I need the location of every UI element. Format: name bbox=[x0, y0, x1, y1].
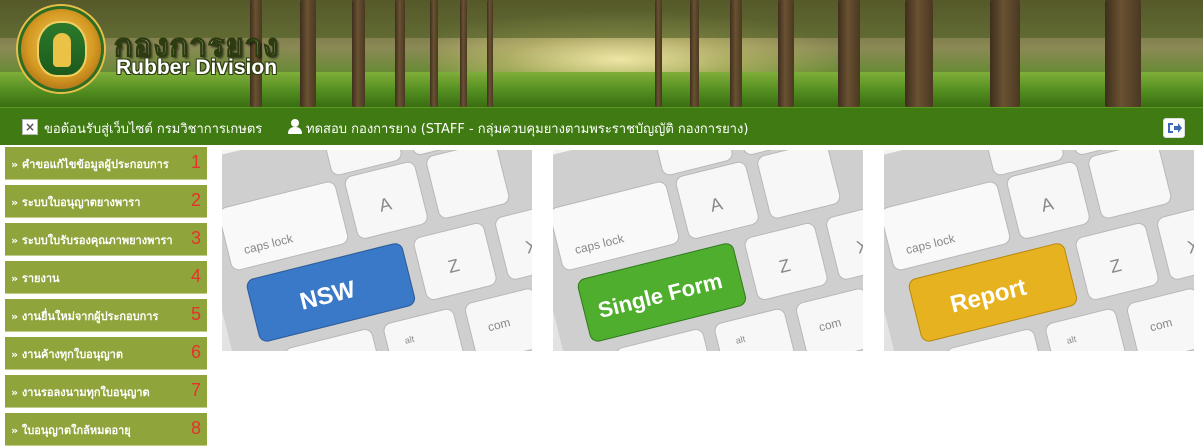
sidebar-item-label: » คำขอแก้ไขข้อมูลผู้ประกอบการ bbox=[11, 158, 169, 171]
sidebar-item-new-submissions[interactable]: » งานยื่นใหม่จากผู้ประกอบการ 5 bbox=[5, 299, 207, 332]
tree-trunk bbox=[300, 0, 316, 107]
keyboard-image: caps lock A Z X S alt option control com… bbox=[553, 150, 863, 351]
sidebar-item-label: » งานยื่นใหม่จากผู้ประกอบการ bbox=[11, 310, 159, 323]
welcome-text: ขอต้อนรับสู่เว็บไซต์ กรมวิชาการเกษตร bbox=[44, 122, 263, 137]
tile-report[interactable]: caps lock A Z X S alt option control com… bbox=[884, 150, 1194, 351]
tree-trunk bbox=[690, 0, 699, 107]
keyboard-image: caps lock A Z X S alt option control com… bbox=[222, 150, 532, 351]
sidebar-item-label: » รายงาน bbox=[11, 272, 60, 285]
tree-trunk bbox=[460, 0, 467, 107]
sidebar-item-number: 6 bbox=[191, 342, 202, 362]
sidebar-item-expiring-licenses[interactable]: » ใบอนุญาตใกล้หมดอายุ 8 bbox=[5, 413, 207, 446]
department-logo bbox=[18, 6, 104, 92]
user-icon bbox=[287, 119, 302, 135]
sidebar-item-edit-requests[interactable]: » คำขอแก้ไขข้อมูลผู้ประกอบการ 1 bbox=[5, 147, 207, 180]
tile-single-form[interactable]: caps lock A Z X S alt option control com… bbox=[553, 150, 863, 351]
tile-nsw[interactable]: caps lock A Z X S alt option control com… bbox=[222, 150, 532, 351]
sidebar-item-label: » ใบอนุญาตใกล้หมดอายุ bbox=[11, 424, 131, 437]
site-title-english: Rubber Division bbox=[116, 56, 278, 79]
sidebar-item-label: » งานรอลงนามทุกใบอนุญาต bbox=[11, 386, 150, 399]
tree-trunk bbox=[730, 0, 742, 107]
sidebar-item-label: » ระบบใบรับรองคุณภาพยางพารา bbox=[11, 234, 173, 247]
sidebar-item-quality-certificate[interactable]: » ระบบใบรับรองคุณภาพยางพารา 3 bbox=[5, 223, 207, 256]
tree-trunk bbox=[655, 0, 662, 107]
sidebar-item-number: 8 bbox=[191, 418, 202, 438]
sidebar-item-reports[interactable]: » รายงาน 4 bbox=[5, 261, 207, 294]
sidebar-menu: » คำขอแก้ไขข้อมูลผู้ประกอบการ 1 » ระบบใบ… bbox=[5, 147, 207, 448]
tree-trunk bbox=[430, 0, 438, 107]
sidebar-item-number: 3 bbox=[191, 228, 202, 248]
tree-trunk bbox=[395, 0, 405, 107]
tree-trunk bbox=[905, 0, 933, 107]
user-info: ทดสอบ กองการยาง (STAFF - กลุ่มควบคุมยางต… bbox=[306, 122, 749, 137]
tree-trunk bbox=[1105, 0, 1141, 107]
header-banner: กองการยาง Rubber Division bbox=[0, 0, 1203, 107]
tree-trunk bbox=[990, 0, 1020, 107]
sidebar-item-rubber-license[interactable]: » ระบบใบอนุญาตยางพารา 2 bbox=[5, 185, 207, 218]
sidebar-item-number: 5 bbox=[191, 304, 202, 324]
logout-button[interactable] bbox=[1163, 118, 1185, 138]
sidebar-item-number: 2 bbox=[191, 190, 202, 210]
sidebar-item-label: » ระบบใบอนุญาตยางพารา bbox=[11, 196, 141, 209]
tree-trunk bbox=[487, 0, 493, 107]
tree-trunk bbox=[778, 0, 794, 107]
sidebar-item-number: 1 bbox=[191, 152, 202, 172]
close-icon[interactable]: × bbox=[22, 119, 38, 135]
sidebar-item-number: 7 bbox=[191, 380, 202, 400]
tree-trunk bbox=[838, 0, 860, 107]
top-bar: × ขอต้อนรับสู่เว็บไซต์ กรมวิชาการเกษตร ท… bbox=[0, 107, 1203, 145]
sidebar-item-label: » งานค้างทุกใบอนุญาต bbox=[11, 348, 123, 361]
sidebar-item-pending-work[interactable]: » งานค้างทุกใบอนุญาต 6 bbox=[5, 337, 207, 370]
sidebar-item-awaiting-signature[interactable]: » งานรอลงนามทุกใบอนุญาต 7 bbox=[5, 375, 207, 408]
logo-emblem bbox=[37, 21, 87, 77]
sidebar-item-number: 4 bbox=[191, 266, 202, 286]
tree-trunk bbox=[352, 0, 365, 107]
logo-figure bbox=[53, 33, 71, 67]
sign-out-icon bbox=[1168, 123, 1182, 133]
keyboard-image: caps lock A Z X S alt option control com… bbox=[884, 150, 1194, 351]
